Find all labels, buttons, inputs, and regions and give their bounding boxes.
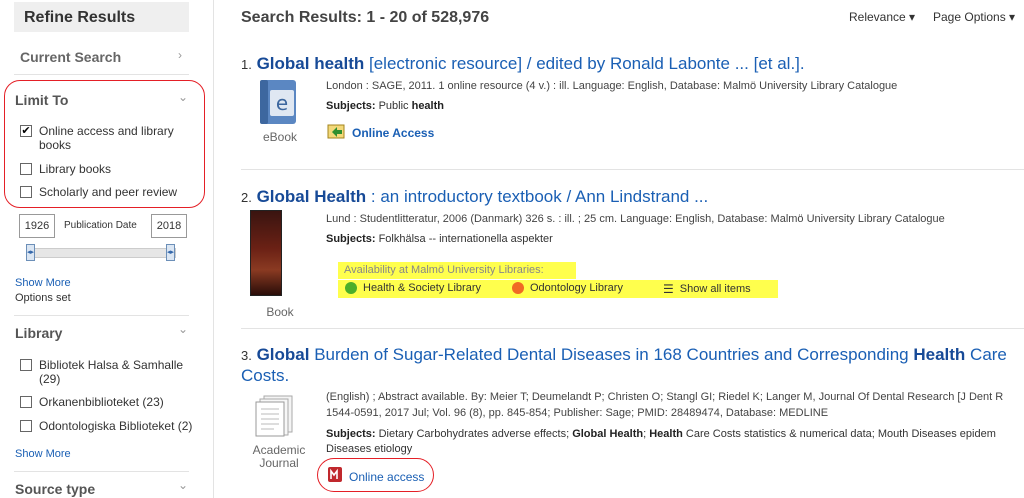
options-set-label: Options set: [15, 292, 71, 304]
limit-online-access[interactable]: ✔ Online access and library books: [20, 124, 190, 152]
result-1-subjects: Subjects: Public health: [326, 100, 444, 112]
divider: [14, 74, 189, 75]
show-all-items-link[interactable]: ☰ Show all items: [663, 282, 751, 296]
online-access-link[interactable]: Online Access: [352, 126, 434, 140]
result-2-type: Book: [266, 305, 294, 319]
result-2-meta: Lund : Studentlitteratur, 2006 (Danmark)…: [326, 213, 945, 225]
refine-sidebar: Refine Results Current Search › Limit To…: [0, 0, 214, 498]
divider: [14, 471, 189, 472]
result-3-title[interactable]: 3. Global Burden of Sugar-Related Dental…: [241, 344, 1021, 366]
limit-to-title[interactable]: Limit To: [15, 92, 68, 108]
show-more-link[interactable]: Show More: [15, 277, 71, 289]
result-3-title-line2[interactable]: Costs.: [241, 365, 289, 386]
checkbox[interactable]: [20, 396, 32, 408]
result-3-subjects: Subjects: Dietary Carbohydrates adverse …: [326, 428, 996, 440]
svg-text:e: e: [276, 91, 288, 115]
library-halsa[interactable]: Bibliotek Halsa & Samhalle (29): [20, 358, 190, 386]
full-text-icon[interactable]: [327, 466, 343, 483]
result-3-type: Academic Journal: [252, 443, 306, 470]
online-access-link[interactable]: Online access: [349, 470, 424, 484]
result-2-title[interactable]: 2. Global Health : an introductory textb…: [241, 186, 708, 208]
result-3-meta-line2: 1544-0591, 2017 Jul; Vol. 96 (8), pp. 84…: [326, 407, 829, 419]
slider-handle-right[interactable]: ◂▸: [166, 244, 175, 261]
limit-library-books[interactable]: Library books: [20, 162, 111, 176]
result-1-type: eBook: [262, 130, 298, 144]
book-cover-image[interactable]: [250, 210, 282, 296]
show-more-link[interactable]: Show More: [15, 448, 71, 460]
library-facet-title[interactable]: Library: [15, 325, 62, 341]
checkbox[interactable]: [20, 186, 32, 198]
online-access-icon[interactable]: [327, 122, 345, 140]
slider-handle-left[interactable]: ◂▸: [26, 244, 35, 261]
divider: [241, 328, 1024, 329]
divider: [241, 169, 1024, 170]
source-type-title[interactable]: Source type: [15, 481, 95, 497]
health-society-library[interactable]: Health & Society Library: [345, 282, 481, 294]
library-orkanen[interactable]: Orkanenbiblioteket (23): [20, 395, 164, 409]
divider: [14, 315, 189, 316]
checkbox-checked[interactable]: ✔: [20, 125, 32, 137]
result-3-subjects-line2: Diseases etiology: [326, 443, 413, 455]
chevron-down-icon[interactable]: ⌄: [178, 90, 188, 104]
library-odontologiska[interactable]: Odontologiska Biblioteket (2): [20, 419, 192, 433]
chevron-down-icon[interactable]: ⌄: [178, 478, 188, 492]
result-1-meta: London : SAGE, 2011. 1 online resource (…: [326, 80, 898, 92]
ebook-icon[interactable]: e: [258, 78, 300, 126]
current-search-toggle[interactable]: Current Search: [20, 49, 121, 65]
refine-results-header: Refine Results: [14, 2, 189, 32]
date-from-input[interactable]: 1926: [19, 214, 55, 238]
odontology-library[interactable]: Odontology Library: [512, 282, 623, 294]
list-icon: ☰: [663, 282, 674, 296]
academic-journal-icon[interactable]: [254, 392, 298, 438]
available-status-icon: [345, 282, 357, 294]
checkbox[interactable]: [20, 420, 32, 432]
page-options-dropdown[interactable]: Page Options ▾: [933, 10, 1015, 24]
sort-dropdown[interactable]: Relevance ▾: [849, 10, 915, 24]
checkbox[interactable]: [20, 163, 32, 175]
result-3-meta: (English) ; Abstract available. By: Meie…: [326, 391, 1004, 403]
date-to-input[interactable]: 2018: [151, 214, 187, 238]
availability-heading: Availability at Malmö University Librari…: [344, 264, 544, 276]
limit-scholarly[interactable]: Scholarly and peer review: [20, 185, 177, 199]
chevron-right-icon[interactable]: ›: [178, 48, 182, 62]
result-2-subjects: Subjects: Folkhälsa -- internationella a…: [326, 233, 553, 245]
date-slider-track[interactable]: [26, 248, 176, 258]
unavailable-status-icon: [512, 282, 524, 294]
publication-date-label: Publication Date: [64, 220, 137, 231]
result-1-title[interactable]: 1. Global health [electronic resource] /…: [241, 53, 805, 75]
search-results-count: Search Results: 1 - 20 of 528,976: [241, 9, 490, 26]
chevron-down-icon[interactable]: ⌄: [178, 322, 188, 336]
checkbox[interactable]: [20, 359, 32, 371]
